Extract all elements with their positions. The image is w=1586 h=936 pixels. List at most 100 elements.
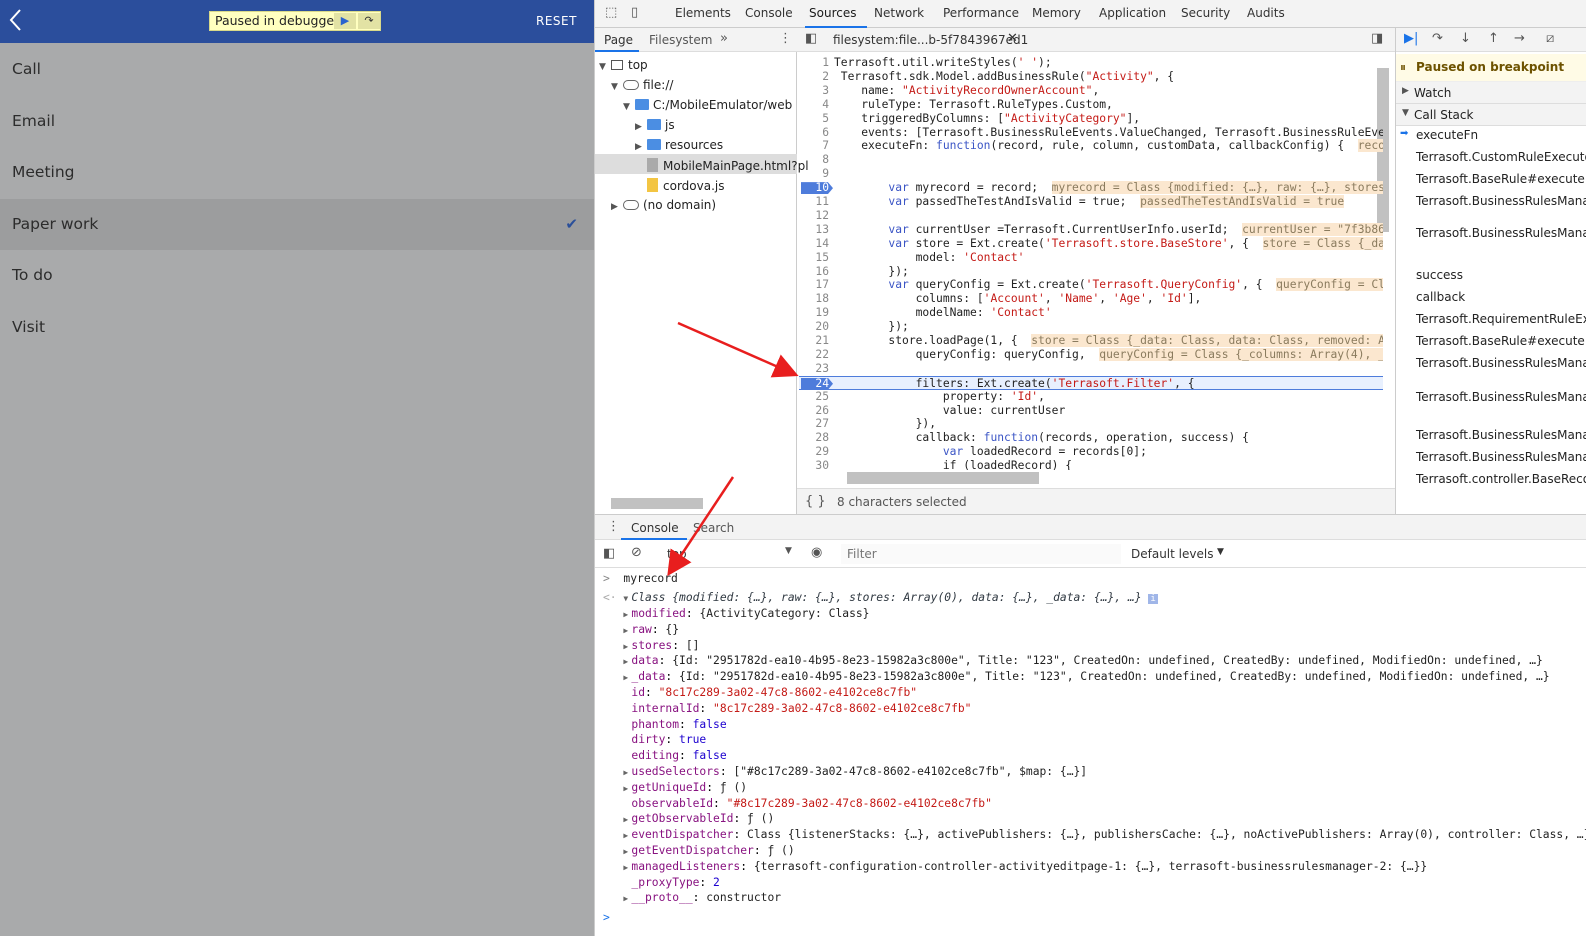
line-number[interactable]: 13: [799, 223, 829, 237]
tree-item-no-domain[interactable]: ▶ (no domain): [611, 198, 716, 212]
console-property-line[interactable]: observableId: "#8c17c289-3a02-47c8-8602-…: [603, 796, 992, 812]
callstack-frame[interactable]: Terrasoft.BusinessRulesManag: [1416, 390, 1586, 404]
tree-item-resources[interactable]: ▶ resources: [635, 138, 723, 152]
line-number[interactable]: 3: [799, 84, 829, 98]
navigator-scrollbar[interactable]: [611, 498, 703, 509]
step-icon[interactable]: →: [1514, 31, 1525, 46]
console-property-line[interactable]: ▶ getUniqueId: ƒ (): [603, 780, 747, 796]
code-line[interactable]: 14 var store = Ext.create('Terrasoft.sto…: [799, 236, 1383, 251]
tree-item-cordova[interactable]: cordova.js: [647, 178, 724, 193]
code-line[interactable]: 19 modelName: 'Contact' modelName: 'Cont…: [799, 306, 1383, 320]
console-filter-input[interactable]: [841, 544, 1121, 564]
line-number[interactable]: 28: [799, 431, 829, 445]
code-line[interactable]: 15 model: 'Contact' model: 'Contact': [799, 251, 1383, 265]
line-number[interactable]: 22: [799, 348, 829, 362]
line-number[interactable]: 1: [799, 56, 829, 70]
console-property-line[interactable]: ▶ getObservableId: ƒ (): [603, 811, 774, 827]
callstack-frame[interactable]: success: [1416, 268, 1463, 282]
menu-item[interactable]: Call: [0, 44, 594, 95]
tree-item-js[interactable]: ▶ js: [635, 118, 675, 132]
context-selector[interactable]: top: [667, 547, 687, 561]
callstack-frame[interactable]: Terrasoft.CustomRuleExecutor: [1416, 150, 1586, 164]
code-line[interactable]: 10 var myrecord = record; myrecord = Cla…: [799, 181, 1383, 195]
line-number[interactable]: 25: [799, 390, 829, 404]
code-line[interactable]: 17 var queryConfig = Ext.create('Terraso…: [799, 278, 1383, 292]
step-over-icon[interactable]: ↷: [358, 13, 380, 29]
kebab-menu-icon[interactable]: ⋮: [779, 31, 792, 46]
code-line[interactable]: 11 var passedTheTestAndIsValid = true; p…: [799, 195, 1383, 209]
navigator-tab-page[interactable]: Page: [604, 33, 633, 47]
menu-item[interactable]: Meeting: [0, 147, 594, 198]
callstack-frame[interactable]: Terrasoft.BaseRule#execute: [1416, 334, 1585, 348]
code-line[interactable]: 9: [799, 167, 1383, 181]
show-sidebar-icon[interactable]: ◧: [603, 546, 615, 561]
devtools-tab-audits[interactable]: Audits: [1247, 6, 1285, 20]
clear-console-icon[interactable]: ⊘: [631, 545, 642, 560]
line-number[interactable]: 16: [799, 265, 829, 279]
line-number[interactable]: 6: [799, 126, 829, 140]
breakpoint-marker[interactable]: 10: [801, 182, 833, 195]
line-number[interactable]: 21: [799, 334, 829, 348]
pretty-print-icon[interactable]: { }: [805, 494, 826, 509]
navigator-tab-filesystem[interactable]: Filesystem: [649, 33, 712, 47]
tree-item-file[interactable]: ▼ file://: [611, 78, 673, 92]
menu-item[interactable]: Email: [0, 96, 594, 147]
resume-icon[interactable]: ▶|: [1404, 31, 1418, 46]
drawer-tab-console[interactable]: Console: [631, 521, 679, 535]
console-property-line[interactable]: ▶ usedSelectors: ["#8c17c289-3a02-47c8-86…: [603, 764, 1087, 780]
line-number[interactable]: 11: [799, 195, 829, 209]
more-tabs-icon[interactable]: »: [720, 31, 728, 46]
device-toolbar-icon[interactable]: ▯: [631, 5, 638, 20]
devtools-tab-sources[interactable]: Sources: [809, 6, 856, 20]
callstack-frame[interactable]: Terrasoft.BusinessRulesManag: [1416, 450, 1586, 464]
console-property-line[interactable]: ▶ data: {Id: "2951782d-ea10-4b95-8e23-159…: [603, 653, 1542, 669]
dropdown-arrow-icon[interactable]: ▼: [785, 546, 792, 556]
code-line[interactable]: 13 var currentUser =Terrasoft.CurrentUse…: [799, 222, 1383, 237]
code-line[interactable]: 28 callback: function(records, operation…: [799, 431, 1383, 445]
callstack-frame[interactable]: Terrasoft.BaseRule#execute: [1416, 172, 1585, 186]
console-property-line[interactable]: phantom: false: [603, 717, 726, 733]
devtools-tab-network[interactable]: Network: [874, 6, 924, 20]
console-property-line[interactable]: ▶ raw: {}: [603, 622, 679, 638]
code-line[interactable]: 7 executeFn: function(record, rule, colu…: [799, 139, 1383, 153]
console-property-line[interactable]: ▶ modified: {ActivityCategory: Class}: [603, 606, 869, 622]
console-property-line[interactable]: ▶ managedListeners: {terrasoft-configurat…: [603, 859, 1427, 875]
toggle-debugger-icon[interactable]: ◨: [1371, 31, 1383, 46]
line-number[interactable]: 27: [799, 417, 829, 431]
inspect-element-icon[interactable]: ⬚: [605, 5, 617, 20]
devtools-tab-memory[interactable]: Memory: [1032, 6, 1081, 20]
code-line[interactable]: 23: [799, 362, 1383, 376]
code-line[interactable]: 16 }); });: [799, 265, 1383, 279]
menu-item[interactable]: Paper work ✔: [0, 198, 594, 250]
line-number[interactable]: 20: [799, 320, 829, 334]
console-prompt[interactable]: >: [603, 910, 610, 925]
code-line[interactable]: 8: [799, 153, 1383, 167]
callstack-section[interactable]: ▼ Call Stack: [1396, 104, 1586, 126]
code-line[interactable]: 5 triggeredByColumns: ["ActivityCategory…: [799, 112, 1383, 126]
resume-icon[interactable]: ▶: [334, 13, 356, 29]
line-number[interactable]: 23: [799, 362, 829, 376]
code-line[interactable]: 3 name: "ActivityRecordOwnerAccount", na…: [799, 84, 1383, 98]
line-number[interactable]: 8: [799, 153, 829, 167]
line-number[interactable]: 26: [799, 404, 829, 418]
devtools-tab-elements[interactable]: Elements: [675, 6, 731, 20]
code-line[interactable]: 21 store.loadPage(1, { store = Class {_d…: [799, 334, 1383, 348]
console-property-line[interactable]: ▶ _data: {Id: "2951782d-ea10-4b95-8e23-15…: [603, 669, 1549, 685]
watch-section[interactable]: ▶ Watch: [1396, 82, 1586, 104]
callstack-frame[interactable]: executeFn: [1416, 128, 1478, 142]
code-line[interactable]: 29 var loadedRecord = records[0]; var lo…: [799, 445, 1383, 459]
breakpoint-marker[interactable]: 24: [801, 377, 833, 390]
console-property-line[interactable]: ▶ __proto__: constructor: [603, 890, 781, 906]
reset-button[interactable]: RESET: [536, 14, 577, 28]
code-line[interactable]: 4 ruleType: Terrasoft.RuleTypes.Custom, …: [799, 98, 1383, 112]
tree-item-web-folder[interactable]: ▼ C:/MobileEmulator/web: [623, 98, 792, 112]
line-number[interactable]: 19: [799, 306, 829, 320]
editor-file-tab[interactable]: filesystem:file...b-5f7843967ed1: [833, 33, 1028, 47]
drawer-menu-icon[interactable]: ⋮: [607, 519, 620, 534]
callstack-frame[interactable]: callback: [1416, 290, 1465, 304]
code-line[interactable]: 30 if (loadedRecord) { if (loadedRecord)…: [799, 459, 1383, 470]
line-number[interactable]: 30: [799, 459, 829, 470]
console-property-line[interactable]: dirty: true: [603, 732, 706, 748]
console-input-line[interactable]: > myrecord: [603, 571, 678, 586]
console-output[interactable]: > myrecord <· ▼ Class {modified: {…}, raw:…: [595, 568, 1586, 936]
